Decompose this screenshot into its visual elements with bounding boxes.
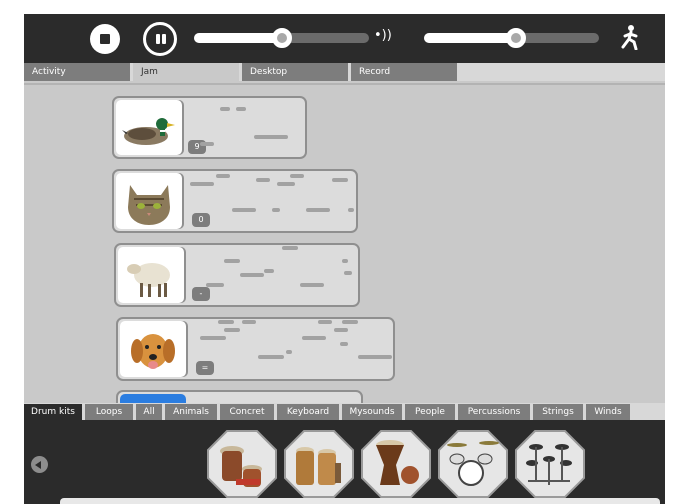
sheep-icon	[127, 263, 170, 297]
category-people[interactable]: People	[405, 404, 455, 420]
note[interactable]	[240, 273, 264, 277]
track-dog[interactable]: =	[116, 317, 395, 381]
tab-jam[interactable]: Jam	[133, 63, 239, 81]
divider	[24, 83, 665, 85]
note[interactable]	[332, 178, 348, 182]
category-keyboard[interactable]: Keyboard	[277, 404, 339, 420]
track-badge: =	[196, 361, 214, 375]
tab-record[interactable]: Record	[351, 63, 457, 81]
tempo-slider-fill	[424, 33, 514, 43]
note[interactable]	[302, 336, 326, 340]
volume-slider-fill	[194, 33, 282, 43]
african-drums-icon[interactable]	[206, 429, 278, 499]
volume-slider-knob[interactable]	[272, 28, 292, 48]
volume-slider[interactable]	[194, 28, 369, 48]
note[interactable]	[286, 350, 292, 354]
tab-desktop[interactable]: Desktop	[242, 63, 348, 81]
note[interactable]	[282, 246, 298, 250]
note[interactable]	[306, 208, 330, 212]
track-duck[interactable]: 9	[112, 96, 307, 159]
note[interactable]	[272, 208, 280, 212]
note[interactable]	[312, 283, 324, 287]
track-instrument-thumbnail[interactable]	[120, 321, 186, 377]
running-figure-icon	[621, 25, 638, 50]
category-animals[interactable]: Animals	[165, 404, 217, 420]
volume-icon: •))	[374, 28, 392, 43]
note[interactable]	[340, 342, 348, 346]
category-concret[interactable]: Concret	[220, 404, 274, 420]
bongos-icon[interactable]	[283, 429, 355, 499]
note[interactable]	[334, 328, 348, 332]
note[interactable]	[342, 320, 358, 324]
category-percussions[interactable]: Percussions	[458, 404, 530, 420]
category-all[interactable]: All	[136, 404, 162, 420]
track-instrument-thumbnail[interactable]	[116, 100, 182, 155]
note[interactable]	[242, 320, 256, 324]
category-drum-kits[interactable]: Drum kits	[24, 404, 82, 420]
track-sheep[interactable]: -	[114, 243, 360, 307]
dog-icon	[131, 334, 175, 369]
tempo-slider-knob[interactable]	[506, 28, 526, 48]
note[interactable]	[277, 182, 295, 186]
track-instrument-thumbnail[interactable]	[118, 247, 184, 303]
electronic-drum-kit-icon[interactable]	[514, 429, 586, 499]
note[interactable]	[256, 178, 270, 182]
text-entry[interactable]	[60, 498, 660, 504]
note[interactable]	[224, 259, 240, 263]
note[interactable]	[258, 355, 284, 359]
category-tabs: Drum kits Loops All Animals Concret Keyb…	[24, 403, 665, 420]
jam-activity-window: •)) Activity Jam Desktop Record 9 0 - = …	[24, 14, 665, 504]
instrument-palette	[24, 420, 665, 504]
category-loops[interactable]: Loops	[85, 404, 133, 420]
note[interactable]	[342, 259, 348, 263]
track-badge: -	[192, 287, 210, 301]
note[interactable]	[218, 320, 234, 324]
note[interactable]	[358, 355, 392, 359]
note[interactable]	[348, 208, 354, 212]
note[interactable]	[200, 336, 226, 340]
djembe-icon[interactable]	[360, 429, 432, 499]
note[interactable]	[264, 269, 274, 273]
tempo-slider[interactable]	[424, 28, 599, 48]
track-cat[interactable]: 0	[112, 169, 358, 233]
toolbar: •))	[24, 14, 665, 63]
note[interactable]	[190, 182, 214, 186]
drum-kit-icon[interactable]	[437, 429, 509, 499]
cat-icon	[128, 185, 170, 225]
note[interactable]	[232, 208, 256, 212]
category-winds[interactable]: Winds	[586, 404, 630, 420]
note[interactable]	[290, 174, 304, 178]
note[interactable]	[318, 320, 332, 324]
category-strings[interactable]: Strings	[533, 404, 583, 420]
note[interactable]	[216, 174, 230, 178]
tab-activity[interactable]: Activity	[24, 63, 130, 81]
note[interactable]	[224, 328, 240, 332]
note[interactable]	[236, 107, 246, 111]
stop-button[interactable]	[90, 24, 120, 54]
track-badge: 0	[192, 213, 210, 227]
category-mysounds[interactable]: Mysounds	[342, 404, 402, 420]
note[interactable]	[344, 271, 352, 275]
note[interactable]	[254, 135, 288, 139]
note[interactable]	[200, 142, 214, 146]
pause-button[interactable]	[143, 22, 177, 56]
scroll-left-arrow-icon[interactable]	[31, 456, 48, 473]
duck-icon	[122, 118, 175, 145]
note[interactable]	[220, 107, 230, 111]
track-instrument-thumbnail[interactable]	[116, 173, 182, 229]
note[interactable]	[206, 283, 224, 287]
activity-tabs: Activity Jam Desktop Record	[24, 63, 665, 81]
